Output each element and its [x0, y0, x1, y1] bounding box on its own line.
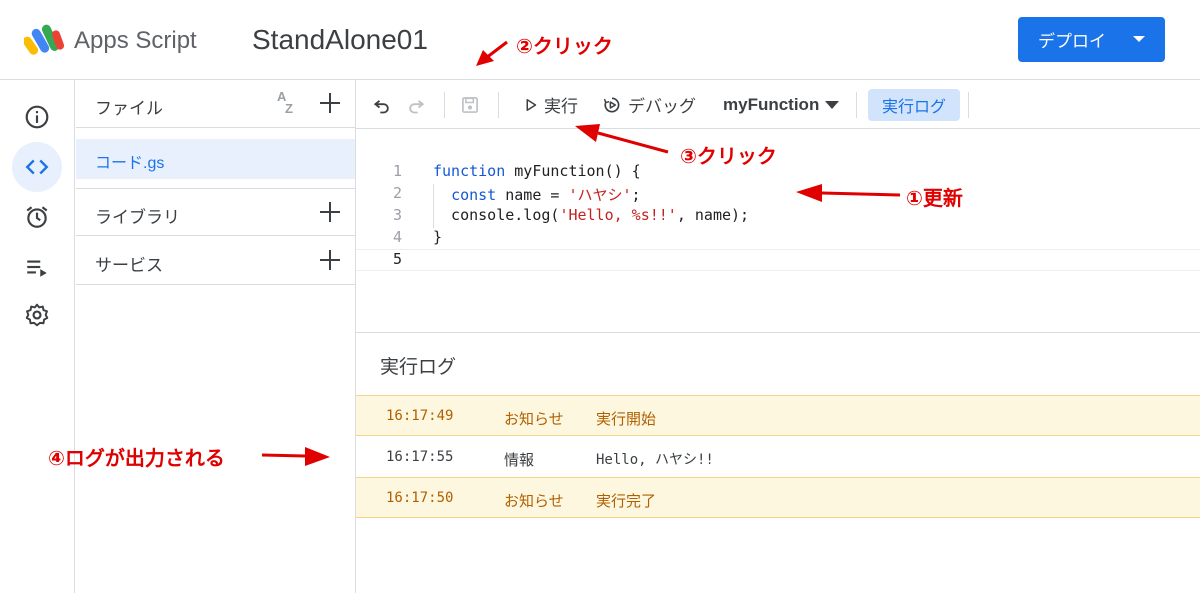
file-item-label: コード.gs	[95, 155, 165, 172]
code-text: }	[433, 228, 443, 246]
log-time: 16:17:50	[386, 490, 454, 506]
caret-down-icon	[1133, 36, 1145, 42]
code-text: function myFunction() {	[433, 162, 641, 180]
code-line: 4 }	[356, 228, 1200, 250]
log-time: 16:17:49	[386, 408, 454, 424]
run-button[interactable]: 実行	[522, 80, 578, 129]
execution-log-panel: 実行ログ 16:17:49 お知らせ 実行開始 16:17:55 情報 Hell…	[356, 334, 1200, 593]
code-editor[interactable]: 1 function myFunction() { 2 const name =…	[356, 130, 1200, 333]
files-header: ファイル A Z	[76, 80, 355, 128]
gear-icon	[25, 303, 49, 327]
add-file-plus-icon[interactable]	[319, 92, 341, 114]
add-service-plus-icon[interactable]	[319, 249, 341, 271]
redo-icon	[409, 99, 425, 113]
list-play-icon	[27, 260, 47, 277]
line-number: 5	[392, 250, 402, 268]
function-selector[interactable]: myFunction	[723, 80, 840, 129]
code-string: 'ハヤシ'	[568, 186, 632, 204]
deploy-button[interactable]: デプロイ	[1018, 17, 1165, 62]
log-message: 実行開始	[596, 411, 657, 428]
code-text: console.log('Hello, %s!!', name);	[433, 206, 749, 224]
log-message: 実行完了	[596, 493, 657, 510]
toolbar-separator	[498, 92, 499, 118]
code-text: const name = 'ハヤシ';	[433, 184, 641, 205]
nav-settings-button[interactable]	[12, 290, 62, 340]
apps-script-logo-icon	[24, 24, 65, 55]
annotation-label-4: ④ログが出力される	[48, 448, 225, 470]
debug-icon	[603, 97, 620, 112]
libraries-label: ライブラリ	[95, 208, 180, 227]
editor-toolbar: 実行 デバッグ myFunction 実行ログ	[356, 80, 1200, 129]
code-string: 'Hello, %s!!'	[559, 206, 677, 224]
log-level: お知らせ	[504, 493, 564, 510]
code-rest: , name);	[676, 206, 750, 224]
code-keyword: function	[433, 162, 506, 180]
annotation-label-3: ③クリック	[680, 146, 777, 168]
log-level: 情報	[504, 452, 535, 469]
code-line: 2 const name = 'ハヤシ';	[356, 184, 1200, 206]
play-icon	[526, 98, 537, 111]
redo-button[interactable]	[406, 80, 426, 129]
libraries-section: ライブラリ	[76, 188, 355, 236]
code-rest: console.log(	[433, 206, 560, 224]
annotation-label-2: ②クリック	[516, 36, 613, 58]
code-rest: name =	[496, 186, 569, 204]
line-number: 3	[392, 206, 402, 224]
app-name: Apps Script	[74, 27, 197, 54]
execution-log-toggle-button[interactable]: 実行ログ	[868, 89, 960, 121]
code-keyword: const	[451, 186, 497, 204]
deploy-button-label: デプロイ	[1038, 32, 1106, 51]
sort-az-icon[interactable]: A Z	[277, 90, 303, 119]
code-line: 3 console.log('Hello, %s!!', name);	[356, 206, 1200, 228]
log-level: お知らせ	[504, 411, 564, 428]
file-item-code-gs[interactable]: コード.gs	[76, 139, 355, 179]
undo-button[interactable]	[372, 80, 392, 129]
function-selector-label: myFunction	[723, 94, 820, 114]
files-panel: ファイル A Z コード.gs ライブラリ サービス	[76, 80, 356, 593]
undo-icon	[373, 99, 389, 113]
toolbar-separator	[444, 92, 445, 118]
code-line-current: 5	[356, 249, 1200, 271]
nav-executions-button[interactable]	[12, 242, 62, 292]
nav-overview-button[interactable]	[12, 92, 62, 142]
toolbar-separator	[856, 92, 857, 118]
apps-script-editor-window: Apps Script StandAlone01 デプロイ ファイル A Z コ…	[0, 0, 1200, 593]
project-title[interactable]: StandAlone01	[252, 24, 428, 56]
files-header-label: ファイル	[95, 99, 163, 118]
code-line: 1 function myFunction() {	[356, 162, 1200, 184]
save-icon	[462, 96, 478, 113]
debug-button-label: デバッグ	[628, 97, 696, 116]
sort-az-bottom: Z	[285, 101, 293, 116]
code-rest: ;	[631, 186, 641, 204]
info-icon	[25, 105, 49, 129]
toolbar-separator	[968, 92, 969, 118]
log-row: 16:17:55 情報 Hello, ハヤシ!!	[356, 437, 1200, 478]
left-nav-rail	[0, 80, 75, 593]
log-time: 16:17:55	[386, 449, 454, 465]
execution-log-title: 実行ログ	[380, 357, 457, 378]
line-number: 4	[392, 228, 402, 246]
nav-editor-button[interactable]	[12, 142, 62, 192]
line-number: 1	[392, 162, 402, 180]
caret-down-icon	[825, 100, 840, 109]
services-section: サービス	[76, 237, 355, 285]
log-row: 16:17:50 お知らせ 実行完了	[356, 477, 1200, 518]
annotation-label-1: ①更新	[906, 188, 963, 210]
nav-triggers-button[interactable]	[12, 192, 62, 242]
debug-button[interactable]: デバッグ	[602, 80, 696, 129]
code-rest: myFunction() {	[505, 162, 641, 180]
line-number: 2	[392, 184, 402, 202]
alarm-clock-icon	[26, 206, 48, 228]
code-icon	[25, 159, 49, 175]
run-button-label: 実行	[544, 97, 578, 116]
save-button[interactable]	[460, 80, 480, 129]
add-library-plus-icon[interactable]	[319, 201, 341, 223]
services-label: サービス	[95, 256, 163, 275]
log-row: 16:17:49 お知らせ 実行開始	[356, 395, 1200, 436]
log-message: Hello, ハヤシ!!	[596, 452, 714, 468]
